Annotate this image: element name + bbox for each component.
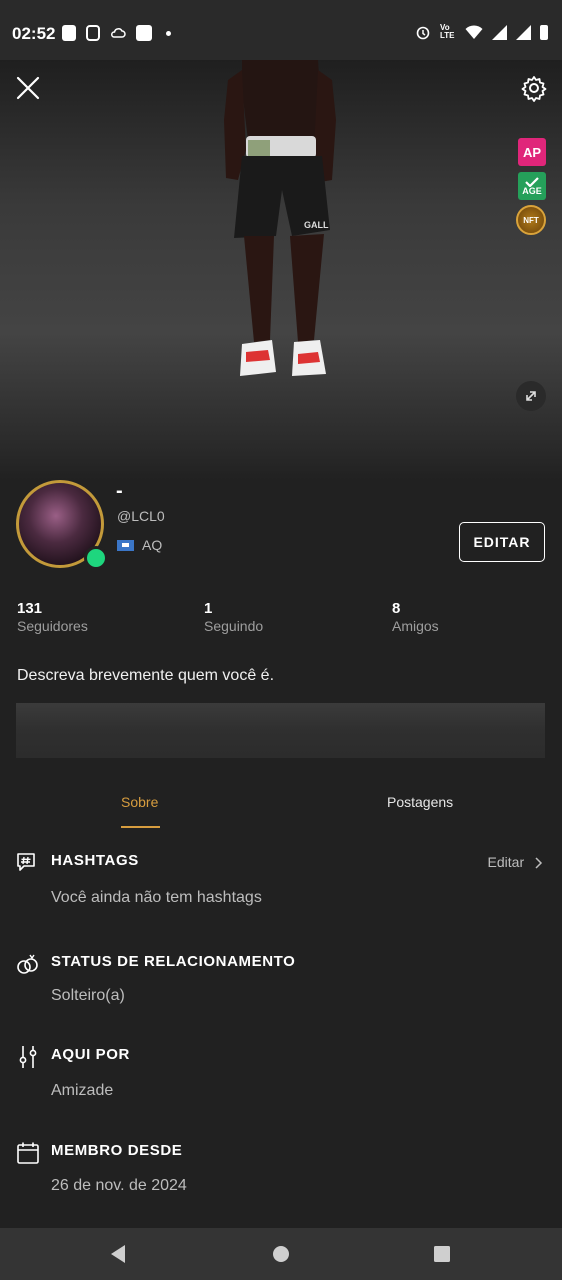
friends-count: 8: [392, 600, 401, 617]
expand-button[interactable]: [516, 381, 546, 411]
avatar-hero: GALL AP AGE NFT: [0, 60, 562, 480]
square-icon: [136, 25, 152, 41]
dot-icon: [166, 30, 171, 36]
gear-icon: [521, 76, 547, 102]
friends-label: Amigos: [392, 618, 439, 634]
stat-following[interactable]: 1 Seguindo: [204, 600, 263, 634]
member-since-section: MEMBRO DESDE 26 de nov. de 2024: [16, 1141, 546, 1211]
svg-text:GALL: GALL: [304, 220, 329, 230]
followers-count: 131: [17, 600, 43, 617]
hashtags-section: HASHTAGS Editar Você ainda não tem hasht…: [16, 851, 546, 921]
flag-icon: [117, 539, 134, 551]
clipboard-icon: [86, 25, 100, 41]
calendar-icon: [17, 1142, 39, 1164]
status-time: 02:52: [12, 24, 56, 43]
avatar-3d-figure: GALL: [224, 60, 336, 376]
section-value: Solteiro(a): [51, 987, 125, 1004]
age-badge-label: AGE: [522, 185, 542, 196]
status-bar: 02:52 Vo LTE: [0, 0, 562, 68]
online-status-dot: [84, 546, 108, 570]
alarm-icon: [416, 26, 430, 40]
check-icon: [525, 176, 539, 187]
relationship-section: STATUS DE RELACIONAMENTO Solteiro(a): [16, 952, 546, 1022]
section-title: MEMBRO DESDE: [51, 1142, 183, 1159]
signal-icon: [492, 24, 507, 40]
tab-about[interactable]: Sobre: [121, 794, 158, 810]
section-value: Você ainda não tem hashtags: [51, 889, 262, 906]
section-value: 26 de nov. de 2024: [51, 1177, 187, 1194]
hashtags-edit-link[interactable]: Editar: [488, 854, 546, 870]
cloud-icon: [111, 28, 126, 38]
nft-badge[interactable]: NFT: [516, 205, 546, 235]
close-button[interactable]: [14, 74, 42, 102]
battery-icon: [540, 24, 548, 40]
tab-posts[interactable]: Postagens: [387, 794, 453, 810]
stat-followers[interactable]: 131 Seguidores: [17, 600, 88, 634]
edit-link-label: Editar: [487, 854, 525, 870]
following-label: Seguindo: [204, 618, 264, 634]
bio-prompt[interactable]: Descreva brevemente quem você é.: [17, 667, 274, 685]
display-name: -: [116, 480, 123, 502]
back-button[interactable]: [108, 1244, 128, 1264]
location-label: AQ: [142, 537, 163, 553]
home-button[interactable]: [272, 1244, 290, 1264]
volte-icon: Vo LTE: [440, 23, 455, 40]
location: AQ: [117, 537, 162, 553]
following-count: 1: [204, 600, 213, 617]
section-title: AQUI POR: [51, 1046, 130, 1063]
alert-icon: [62, 25, 76, 41]
active-tab-indicator: [121, 826, 160, 828]
system-nav-bar: [0, 1228, 562, 1280]
signal-icon-2: [516, 24, 531, 40]
age-verified-badge[interactable]: AGE: [518, 172, 546, 200]
hashtag-chat-icon: [17, 853, 35, 871]
sliders-icon: [19, 1046, 37, 1068]
chevron-right-icon: [535, 857, 543, 869]
blurred-banner: [16, 703, 545, 758]
section-value: Amizade: [51, 1082, 114, 1099]
settings-button[interactable]: [520, 74, 548, 102]
close-icon: [16, 76, 40, 100]
recents-button[interactable]: [433, 1244, 451, 1264]
followers-label: Seguidores: [17, 618, 88, 634]
ap-badge[interactable]: AP: [518, 138, 546, 166]
expand-icon: [526, 391, 536, 401]
section-title: HASHTAGS: [51, 852, 139, 869]
username: @LCL0: [117, 508, 165, 524]
here-for-section: AQUI POR Amizade: [16, 1045, 546, 1115]
rings-icon: [17, 954, 38, 974]
section-title: STATUS DE RELACIONAMENTO: [51, 953, 296, 970]
wifi-icon: [465, 24, 483, 39]
stat-friends[interactable]: 8 Amigos: [392, 600, 439, 634]
edit-profile-button[interactable]: EDITAR: [459, 522, 545, 562]
